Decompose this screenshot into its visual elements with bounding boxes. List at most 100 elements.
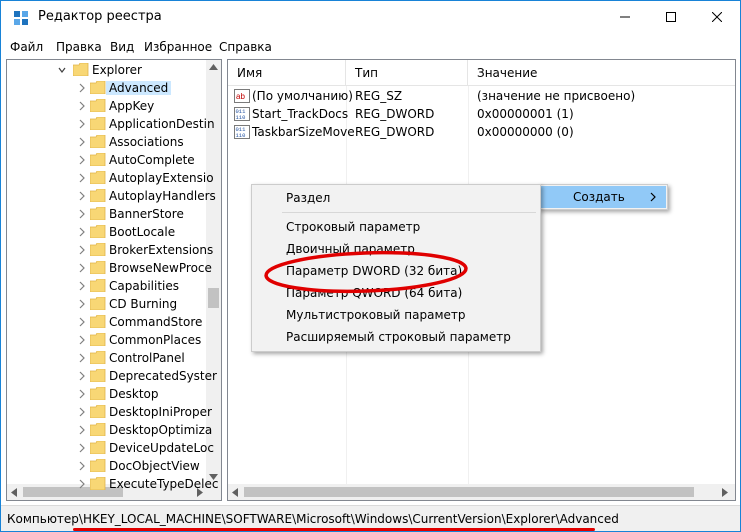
tree-item[interactable]: BrokerExtensions bbox=[7, 241, 213, 259]
folder-icon bbox=[90, 405, 106, 418]
maximize-button[interactable] bbox=[648, 1, 694, 33]
scroll-right-icon bbox=[722, 488, 728, 497]
tree-item[interactable]: AutoComplete bbox=[7, 151, 207, 169]
minimize-button[interactable] bbox=[602, 1, 648, 33]
close-button[interactable] bbox=[694, 1, 740, 33]
tree-item[interactable]: Advanced bbox=[7, 79, 207, 97]
tree-item[interactable]: DeprecatedSyster bbox=[7, 367, 217, 385]
expand-arrow-icon[interactable] bbox=[77, 136, 87, 148]
dword-value-icon: 011 110 bbox=[234, 107, 250, 121]
expand-arrow-icon[interactable] bbox=[77, 424, 87, 436]
value-row[interactable]: 011 110 Start_TrackDocs REG_DWORD 0x0000… bbox=[228, 105, 728, 123]
tree-scroll-thumb[interactable] bbox=[208, 288, 219, 308]
value-type: REG_SZ bbox=[355, 89, 403, 103]
tree-item[interactable]: Capabilities bbox=[7, 277, 207, 295]
tree-item[interactable]: Explorer bbox=[7, 61, 207, 79]
create-menu-item[interactable]: Создать bbox=[540, 186, 666, 208]
value-name: TaskbarSizeMove bbox=[252, 125, 355, 139]
expand-arrow-icon[interactable] bbox=[77, 388, 87, 400]
expand-arrow-icon[interactable] bbox=[77, 190, 87, 202]
expand-arrow-icon[interactable] bbox=[77, 478, 87, 490]
folder-icon bbox=[90, 171, 106, 184]
expand-arrow-icon[interactable] bbox=[77, 172, 87, 184]
tree-item[interactable]: Associations bbox=[7, 133, 207, 151]
submenu-item-expandable-string[interactable]: Расширяемый строковый параметр bbox=[253, 326, 539, 348]
expand-arrow-icon[interactable] bbox=[77, 460, 87, 472]
value-row[interactable]: ab (По умолчанию) REG_SZ (значение не пр… bbox=[228, 87, 728, 105]
dword-value-icon: 011 110 bbox=[234, 125, 250, 139]
submenu-item-key[interactable]: Раздел bbox=[253, 187, 539, 209]
submenu-item-string[interactable]: Строковый параметр bbox=[253, 216, 539, 238]
expand-arrow-icon[interactable] bbox=[77, 352, 87, 364]
submenu-item-dword[interactable]: Параметр DWORD (32 бита) bbox=[253, 260, 539, 282]
menu-help[interactable]: Справка bbox=[219, 40, 272, 54]
tree-item-label: BrokerExtensions bbox=[109, 243, 214, 257]
create-menu-label: Создать bbox=[573, 190, 625, 204]
menu-file[interactable]: Файл bbox=[10, 40, 43, 54]
expand-arrow-icon[interactable] bbox=[77, 154, 87, 166]
collapse-arrow-icon[interactable] bbox=[57, 64, 67, 76]
tree-item-label: Capabilities bbox=[109, 279, 179, 293]
tree-item[interactable]: Desktop bbox=[7, 385, 207, 403]
submenu-item-label: Параметр QWORD (64 бита) bbox=[286, 286, 463, 300]
tree-item-label: DocObjectView bbox=[109, 459, 200, 473]
menu-edit[interactable]: Правка bbox=[56, 40, 102, 54]
submenu-arrow-icon bbox=[650, 192, 656, 202]
column-type[interactable]: Тип bbox=[346, 60, 468, 86]
value-data: 0x00000000 (0) bbox=[477, 125, 574, 139]
submenu-item-qword[interactable]: Параметр QWORD (64 бита) bbox=[253, 282, 539, 304]
key-tree[interactable]: Explorer Advanced AppKey ApplicationDestin A… bbox=[6, 59, 222, 501]
tree-item-label: Explorer bbox=[92, 63, 142, 77]
tree-item[interactable]: DesktopIniProper bbox=[7, 403, 212, 421]
list-hscroll-thumb[interactable] bbox=[244, 487, 694, 497]
tree-item[interactable]: ControlPanel bbox=[7, 349, 207, 367]
column-value[interactable]: Значение bbox=[468, 60, 735, 86]
folder-icon bbox=[90, 135, 106, 148]
folder-icon bbox=[90, 459, 106, 472]
value-name: (По умолчанию) bbox=[252, 89, 353, 103]
expand-arrow-icon[interactable] bbox=[77, 316, 87, 328]
tree-item[interactable]: DeviceUpdateLoc bbox=[7, 439, 214, 457]
tree-item[interactable]: DocObjectView bbox=[7, 457, 207, 475]
tree-item[interactable]: AutoplayHandlers bbox=[7, 187, 216, 205]
tree-item[interactable]: BootLocale bbox=[7, 223, 207, 241]
folder-icon bbox=[90, 279, 106, 292]
submenu-item-multistring[interactable]: Мультистроковый параметр bbox=[253, 304, 539, 326]
expand-arrow-icon[interactable] bbox=[77, 442, 87, 454]
tree-item[interactable]: CommandStore bbox=[7, 313, 207, 331]
expand-arrow-icon[interactable] bbox=[77, 280, 87, 292]
tree-item[interactable]: DesktopOptimiza bbox=[7, 421, 212, 439]
tree-item-label: DeprecatedSyster bbox=[109, 369, 217, 383]
maximize-icon bbox=[666, 12, 676, 22]
expand-arrow-icon[interactable] bbox=[77, 244, 87, 256]
tree-item[interactable]: BannerStore bbox=[7, 205, 207, 223]
tree-item[interactable]: ApplicationDestin bbox=[7, 115, 215, 133]
expand-arrow-icon[interactable] bbox=[77, 118, 87, 130]
expand-arrow-icon[interactable] bbox=[77, 100, 87, 112]
folder-icon bbox=[73, 63, 89, 76]
create-submenu: Раздел Строковый параметр Двоичный парам… bbox=[251, 184, 541, 352]
expand-arrow-icon[interactable] bbox=[77, 370, 87, 382]
tree-item[interactable]: AppKey bbox=[7, 97, 207, 115]
expand-arrow-icon[interactable] bbox=[77, 298, 87, 310]
expand-arrow-icon[interactable] bbox=[77, 334, 87, 346]
value-row[interactable]: 011 110 TaskbarSizeMove REG_DWORD 0x0000… bbox=[228, 123, 728, 141]
tree-item[interactable]: CD Burning bbox=[7, 295, 207, 313]
tree-item[interactable]: CommonPlaces bbox=[7, 331, 207, 349]
tree-item[interactable]: ExecuteTypeDelec bbox=[7, 475, 219, 493]
menu-view[interactable]: Вид bbox=[110, 40, 134, 54]
tree-item-label: BootLocale bbox=[109, 225, 176, 239]
expand-arrow-icon[interactable] bbox=[77, 208, 87, 220]
tree-item-label: AutoComplete bbox=[109, 153, 195, 167]
list-horizontal-scrollbar[interactable] bbox=[228, 484, 735, 500]
column-name[interactable]: Имя bbox=[228, 60, 346, 86]
expand-arrow-icon[interactable] bbox=[77, 406, 87, 418]
expand-arrow-icon[interactable] bbox=[77, 82, 87, 94]
value-data: (значение не присвоено) bbox=[477, 89, 636, 103]
submenu-item-binary[interactable]: Двоичный параметр bbox=[253, 238, 539, 260]
expand-arrow-icon[interactable] bbox=[77, 226, 87, 238]
tree-item[interactable]: BrowseNewProce bbox=[7, 259, 212, 277]
expand-arrow-icon[interactable] bbox=[77, 262, 87, 274]
menu-favorites[interactable]: Избранное bbox=[144, 40, 212, 54]
tree-item[interactable]: AutoplayExtensio bbox=[7, 169, 214, 187]
